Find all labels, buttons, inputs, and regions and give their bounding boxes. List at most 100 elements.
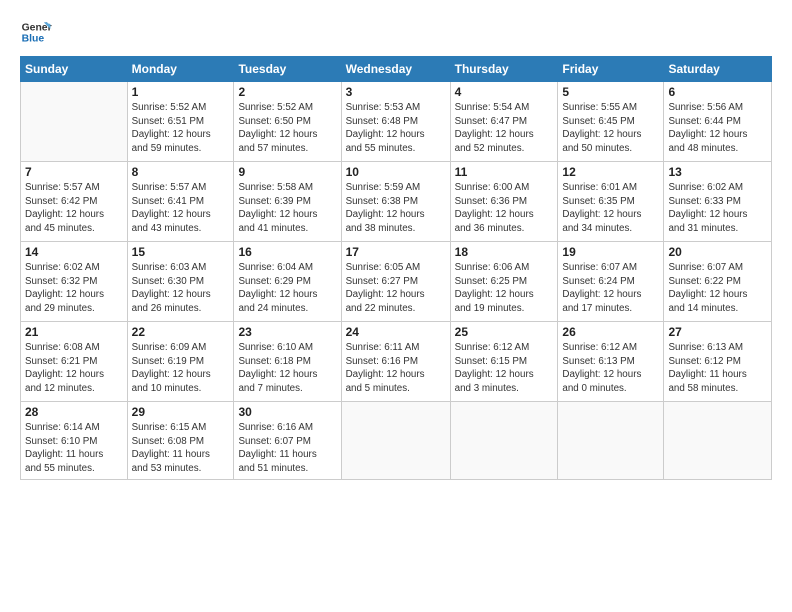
day-info: Sunrise: 6:03 AM Sunset: 6:30 PM Dayligh… bbox=[132, 261, 230, 316]
calendar-cell: 25 Sunrise: 6:12 AM Sunset: 6:15 PM Dayli… bbox=[450, 322, 558, 402]
calendar-table: SundayMondayTuesdayWednesdayThursdayFrid… bbox=[20, 56, 772, 480]
svg-text:Blue: Blue bbox=[22, 34, 45, 45]
day-info: Sunrise: 6:15 AM Sunset: 6:08 PM Dayligh… bbox=[132, 421, 230, 476]
day-number: 15 bbox=[132, 245, 230, 259]
day-number: 1 bbox=[132, 85, 230, 99]
day-info: Sunrise: 6:13 AM Sunset: 6:12 PM Dayligh… bbox=[668, 341, 767, 396]
day-header-monday: Monday bbox=[127, 57, 234, 82]
day-info: Sunrise: 6:14 AM Sunset: 6:10 PM Dayligh… bbox=[25, 421, 123, 476]
calendar-cell: 7Sunrise: 5:57 AM Sunset: 6:42 PM Daylig… bbox=[21, 162, 128, 242]
day-info: Sunrise: 6:00 AM Sunset: 6:36 PM Dayligh… bbox=[455, 181, 554, 236]
day-number: 2 bbox=[238, 85, 336, 99]
calendar-cell: 27 Sunrise: 6:13 AM Sunset: 6:12 PM Dayli… bbox=[664, 322, 772, 402]
day-number: 20 bbox=[668, 245, 767, 259]
day-number: 23 bbox=[238, 325, 336, 339]
calendar-cell: 15 Sunrise: 6:03 AM Sunset: 6:30 PM Dayli… bbox=[127, 242, 234, 322]
day-number: 12 bbox=[562, 165, 659, 179]
day-info: Sunrise: 6:12 AM Sunset: 6:13 PM Dayligh… bbox=[562, 341, 659, 396]
calendar-cell: 11 Sunrise: 6:00 AM Sunset: 6:36 PM Dayli… bbox=[450, 162, 558, 242]
day-number: 5 bbox=[562, 85, 659, 99]
day-number: 22 bbox=[132, 325, 230, 339]
day-header-wednesday: Wednesday bbox=[341, 57, 450, 82]
calendar-cell: 18Sunrise: 6:06 AM Sunset: 6:25 PM Dayli… bbox=[450, 242, 558, 322]
logo: General Blue bbox=[20, 16, 52, 48]
calendar-cell: 3 Sunrise: 5:53 AM Sunset: 6:48 PM Daylig… bbox=[341, 82, 450, 162]
day-number: 25 bbox=[455, 325, 554, 339]
calendar-cell: 1 Sunrise: 5:52 AM Sunset: 6:51 PM Daylig… bbox=[127, 82, 234, 162]
day-info: Sunrise: 6:09 AM Sunset: 6:19 PM Dayligh… bbox=[132, 341, 230, 396]
day-info: Sunrise: 6:04 AM Sunset: 6:29 PM Dayligh… bbox=[238, 261, 336, 316]
calendar-cell: 28 Sunrise: 6:14 AM Sunset: 6:10 PM Dayli… bbox=[21, 402, 128, 480]
day-header-tuesday: Tuesday bbox=[234, 57, 341, 82]
calendar-cell bbox=[341, 402, 450, 480]
calendar-cell: 23 Sunrise: 6:10 AM Sunset: 6:18 PM Dayli… bbox=[234, 322, 341, 402]
day-info: Sunrise: 5:57 AM Sunset: 6:41 PM Dayligh… bbox=[132, 181, 230, 236]
calendar-page: General Blue SundayMondayTuesdayWednesda… bbox=[0, 0, 792, 612]
week-row-5: 28 Sunrise: 6:14 AM Sunset: 6:10 PM Dayli… bbox=[21, 402, 772, 480]
week-row-4: 21Sunrise: 6:08 AM Sunset: 6:21 PM Dayli… bbox=[21, 322, 772, 402]
day-number: 14 bbox=[25, 245, 123, 259]
day-number: 17 bbox=[346, 245, 446, 259]
day-info: Sunrise: 6:07 AM Sunset: 6:24 PM Dayligh… bbox=[562, 261, 659, 316]
day-info: Sunrise: 6:11 AM Sunset: 6:16 PM Dayligh… bbox=[346, 341, 446, 396]
day-info: Sunrise: 5:52 AM Sunset: 6:51 PM Dayligh… bbox=[132, 101, 230, 156]
calendar-cell bbox=[450, 402, 558, 480]
calendar-cell bbox=[21, 82, 128, 162]
calendar-cell: 20Sunrise: 6:07 AM Sunset: 6:22 PM Dayli… bbox=[664, 242, 772, 322]
day-number: 13 bbox=[668, 165, 767, 179]
day-info: Sunrise: 5:56 AM Sunset: 6:44 PM Dayligh… bbox=[668, 101, 767, 156]
day-header-thursday: Thursday bbox=[450, 57, 558, 82]
calendar-cell: 6 Sunrise: 5:56 AM Sunset: 6:44 PM Daylig… bbox=[664, 82, 772, 162]
day-info: Sunrise: 6:01 AM Sunset: 6:35 PM Dayligh… bbox=[562, 181, 659, 236]
calendar-cell: 2Sunrise: 5:52 AM Sunset: 6:50 PM Daylig… bbox=[234, 82, 341, 162]
day-header-saturday: Saturday bbox=[664, 57, 772, 82]
day-number: 16 bbox=[238, 245, 336, 259]
day-number: 30 bbox=[238, 405, 336, 419]
calendar-cell: 17 Sunrise: 6:05 AM Sunset: 6:27 PM Dayli… bbox=[341, 242, 450, 322]
day-number: 9 bbox=[238, 165, 336, 179]
day-info: Sunrise: 6:05 AM Sunset: 6:27 PM Dayligh… bbox=[346, 261, 446, 316]
calendar-cell: 14 Sunrise: 6:02 AM Sunset: 6:32 PM Dayli… bbox=[21, 242, 128, 322]
header: General Blue bbox=[20, 16, 772, 48]
calendar-cell: 13 Sunrise: 6:02 AM Sunset: 6:33 PM Dayli… bbox=[664, 162, 772, 242]
logo-icon: General Blue bbox=[20, 16, 52, 48]
calendar-cell: 5 Sunrise: 5:55 AM Sunset: 6:45 PM Daylig… bbox=[558, 82, 664, 162]
week-row-2: 7Sunrise: 5:57 AM Sunset: 6:42 PM Daylig… bbox=[21, 162, 772, 242]
calendar-cell: 22 Sunrise: 6:09 AM Sunset: 6:19 PM Dayli… bbox=[127, 322, 234, 402]
day-number: 3 bbox=[346, 85, 446, 99]
calendar-cell: 29 Sunrise: 6:15 AM Sunset: 6:08 PM Dayli… bbox=[127, 402, 234, 480]
day-info: Sunrise: 6:02 AM Sunset: 6:33 PM Dayligh… bbox=[668, 181, 767, 236]
day-info: Sunrise: 6:12 AM Sunset: 6:15 PM Dayligh… bbox=[455, 341, 554, 396]
calendar-cell: 4 Sunrise: 5:54 AM Sunset: 6:47 PM Daylig… bbox=[450, 82, 558, 162]
calendar-cell: 9 Sunrise: 5:58 AM Sunset: 6:39 PM Daylig… bbox=[234, 162, 341, 242]
day-number: 10 bbox=[346, 165, 446, 179]
calendar-cell: 12 Sunrise: 6:01 AM Sunset: 6:35 PM Dayli… bbox=[558, 162, 664, 242]
day-number: 28 bbox=[25, 405, 123, 419]
calendar-cell: 10 Sunrise: 5:59 AM Sunset: 6:38 PM Dayli… bbox=[341, 162, 450, 242]
day-info: Sunrise: 5:53 AM Sunset: 6:48 PM Dayligh… bbox=[346, 101, 446, 156]
day-number: 29 bbox=[132, 405, 230, 419]
day-number: 8 bbox=[132, 165, 230, 179]
day-info: Sunrise: 6:08 AM Sunset: 6:21 PM Dayligh… bbox=[25, 341, 123, 396]
day-number: 11 bbox=[455, 165, 554, 179]
day-number: 7 bbox=[25, 165, 123, 179]
day-info: Sunrise: 5:54 AM Sunset: 6:47 PM Dayligh… bbox=[455, 101, 554, 156]
day-number: 27 bbox=[668, 325, 767, 339]
day-number: 6 bbox=[668, 85, 767, 99]
calendar-cell: 26 Sunrise: 6:12 AM Sunset: 6:13 PM Dayli… bbox=[558, 322, 664, 402]
calendar-cell bbox=[664, 402, 772, 480]
day-info: Sunrise: 5:59 AM Sunset: 6:38 PM Dayligh… bbox=[346, 181, 446, 236]
day-header-friday: Friday bbox=[558, 57, 664, 82]
day-info: Sunrise: 6:02 AM Sunset: 6:32 PM Dayligh… bbox=[25, 261, 123, 316]
week-row-1: 1 Sunrise: 5:52 AM Sunset: 6:51 PM Daylig… bbox=[21, 82, 772, 162]
day-info: Sunrise: 6:10 AM Sunset: 6:18 PM Dayligh… bbox=[238, 341, 336, 396]
day-info: Sunrise: 5:58 AM Sunset: 6:39 PM Dayligh… bbox=[238, 181, 336, 236]
day-number: 19 bbox=[562, 245, 659, 259]
day-info: Sunrise: 5:55 AM Sunset: 6:45 PM Dayligh… bbox=[562, 101, 659, 156]
day-number: 26 bbox=[562, 325, 659, 339]
day-number: 4 bbox=[455, 85, 554, 99]
day-info: Sunrise: 6:06 AM Sunset: 6:25 PM Dayligh… bbox=[455, 261, 554, 316]
days-header-row: SundayMondayTuesdayWednesdayThursdayFrid… bbox=[21, 57, 772, 82]
calendar-cell: 16 Sunrise: 6:04 AM Sunset: 6:29 PM Dayli… bbox=[234, 242, 341, 322]
week-row-3: 14 Sunrise: 6:02 AM Sunset: 6:32 PM Dayli… bbox=[21, 242, 772, 322]
